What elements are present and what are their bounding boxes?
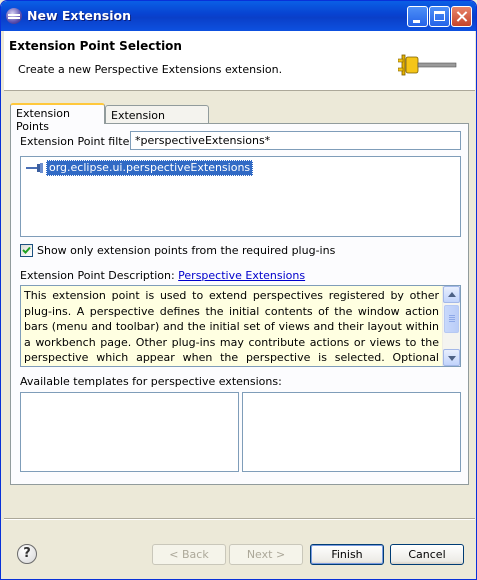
scroll-thumb[interactable] (444, 305, 459, 333)
new-extension-dialog: New Extension Extension Point Selection … (0, 0, 477, 580)
help-icon[interactable]: ? (17, 544, 37, 564)
template-description-pane[interactable] (242, 392, 461, 472)
templates-list[interactable] (20, 392, 239, 472)
templates-label: Available templates for perspective exte… (20, 375, 282, 388)
tab-folder: Extension Points Extension Wizards Exten… (10, 103, 469, 485)
filter-input[interactable] (130, 131, 461, 150)
description-scrollbar[interactable] (442, 286, 460, 366)
extension-points-panel: Extension Point filter: org.eclipse.ui.p… (10, 123, 469, 485)
filter-label: Extension Point filter: (20, 135, 138, 148)
next-button[interactable]: Next > (229, 544, 303, 565)
eclipse-icon (6, 8, 22, 24)
close-button[interactable] (451, 6, 472, 27)
show-required-checkbox[interactable] (20, 244, 33, 257)
checkmark-icon (22, 246, 31, 254)
show-required-label[interactable]: Show only extension points from the requ… (37, 244, 335, 257)
description-text: This extension point is used to extend p… (24, 289, 439, 364)
button-bar-separator (4, 518, 475, 520)
page-description: Create a new Perspective Extensions exte… (18, 63, 283, 76)
list-item-label: org.eclipse.ui.perspectiveExtensions (46, 160, 254, 176)
tab-extension-points[interactable]: Extension Points (10, 103, 105, 133)
description-box[interactable]: This extension point is used to extend p… (20, 285, 461, 367)
description-label: Extension Point Description: (20, 269, 175, 282)
scroll-down-button[interactable] (443, 349, 460, 366)
minimize-button[interactable] (407, 6, 428, 27)
title-bar[interactable]: New Extension (1, 1, 476, 31)
scroll-up-button[interactable] (443, 286, 460, 303)
extension-point-list[interactable]: org.eclipse.ui.perspectiveExtensions (20, 156, 461, 237)
perspective-extensions-link[interactable]: Perspective Extensions (178, 269, 305, 282)
window-title: New Extension (27, 8, 132, 23)
page-title: Extension Point Selection (9, 39, 182, 53)
maximize-button[interactable] (429, 6, 450, 27)
plug-icon (398, 54, 457, 76)
cancel-button[interactable]: Cancel (390, 544, 464, 565)
description-label-row: Extension Point Description: Perspective… (20, 269, 305, 282)
back-button[interactable]: < Back (152, 544, 226, 565)
finish-button[interactable]: Finish (310, 544, 384, 565)
plug-connector-icon (26, 163, 43, 173)
wizard-header: Extension Point Selection Create a new P… (4, 31, 475, 91)
tab-extension-wizards[interactable]: Extension Wizards (105, 105, 209, 135)
